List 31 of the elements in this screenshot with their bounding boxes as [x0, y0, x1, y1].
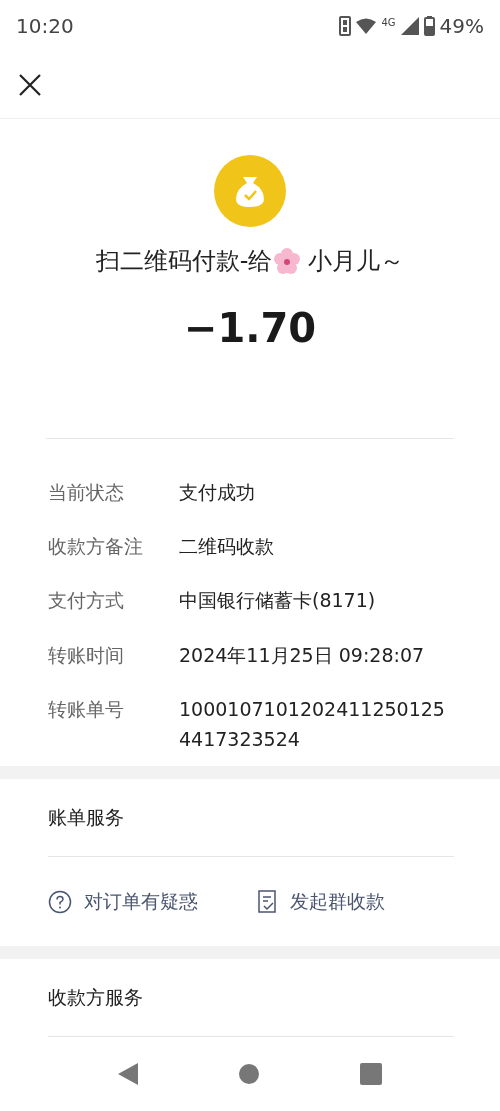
service-action-button[interactable]: 对订单有疑惑 [48, 888, 198, 915]
detail-value: 二维码收款 [179, 534, 275, 560]
detail-label: 支付方式 [48, 588, 125, 614]
home-button[interactable] [238, 1063, 260, 1085]
section-title: 收款方服务 [48, 959, 454, 1037]
service-action-button[interactable]: 发起群收款 [258, 888, 385, 915]
detail-label: 当前状态 [48, 480, 125, 505]
battery-icon [423, 16, 435, 36]
receipt-icon [258, 889, 278, 914]
payee-name: 小月儿～ [308, 246, 405, 277]
battery-level: 49% [439, 14, 484, 38]
detail-value: 支付成功 [179, 480, 256, 505]
close-button[interactable] [18, 73, 42, 97]
signal-icon [400, 17, 419, 35]
detail-value: 10001071012024112501254417323524 [179, 696, 446, 752]
back-button[interactable] [118, 1063, 138, 1085]
detail-label: 收款方备注 [48, 534, 144, 560]
hd-icon [339, 16, 352, 36]
flower-icon [274, 248, 301, 274]
section-title: 账单服务 [48, 779, 454, 857]
detail-label: 转账单号 [48, 696, 125, 722]
payment-title: 扫二维码付款-给 [95, 246, 273, 277]
clock: 10:20 [16, 14, 74, 38]
wifi-icon [356, 18, 377, 34]
money-bag-icon [214, 155, 286, 227]
network-type: 4G [381, 16, 396, 28]
detail-value: 中国银行储蓄卡(8171) [179, 588, 377, 614]
amount: −1.70 [183, 305, 317, 351]
detail-label: 转账时间 [48, 642, 125, 668]
detail-value: 2024年11月25日 09:28:07 [179, 642, 426, 668]
question-icon [48, 889, 72, 914]
